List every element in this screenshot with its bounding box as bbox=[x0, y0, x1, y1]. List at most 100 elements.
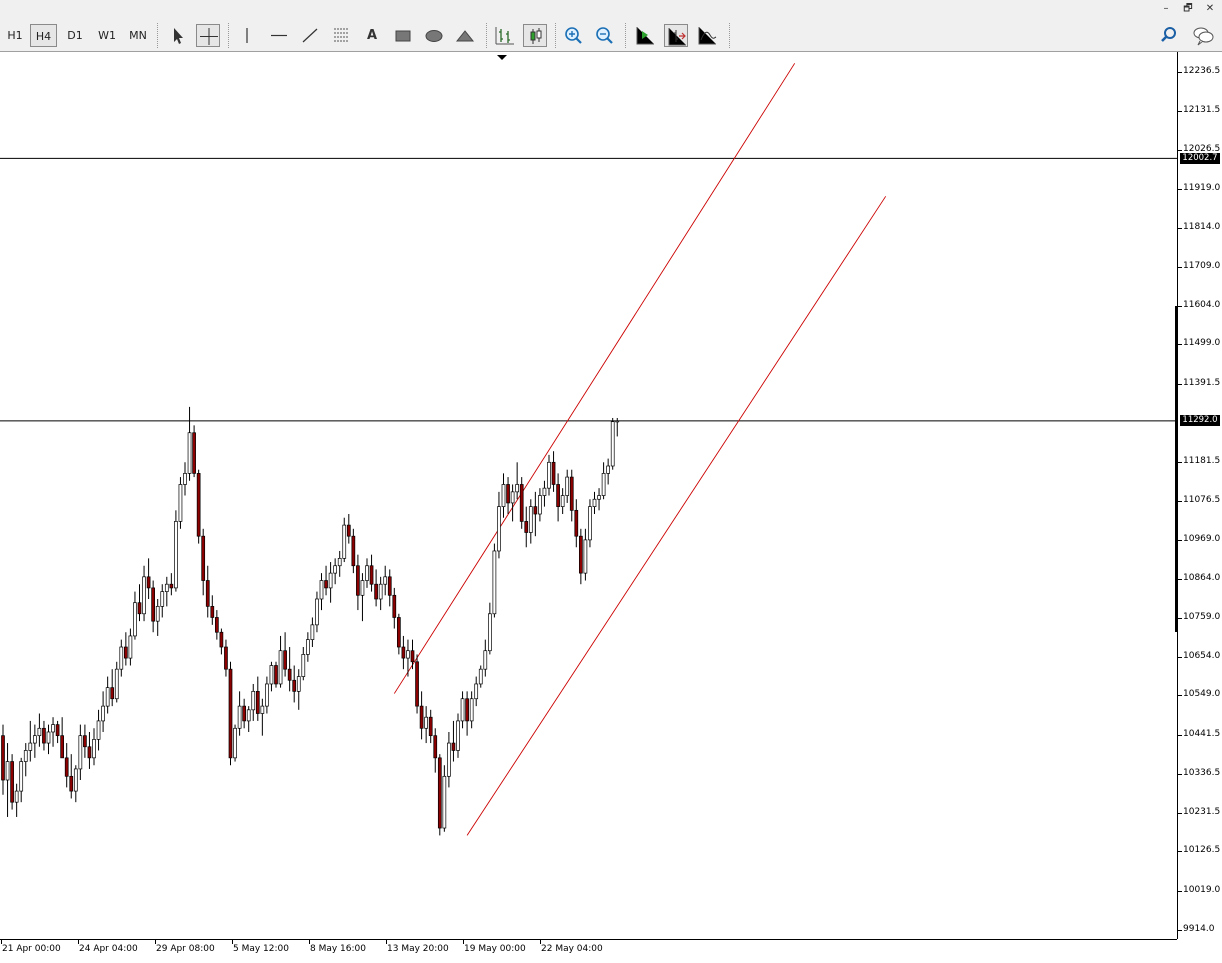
time-label: 13 May 20:00 bbox=[387, 944, 449, 954]
rectangle-icon[interactable] bbox=[391, 24, 415, 47]
candle-body bbox=[128, 635, 133, 659]
price-tick bbox=[1178, 344, 1182, 346]
candle-body bbox=[187, 432, 192, 474]
candle-body bbox=[328, 572, 333, 589]
price-scale[interactable]: 12236.5 12131.5 12026.5 11919.0 11814.0 11709… bbox=[1175, 52, 1222, 939]
candle-body bbox=[497, 506, 501, 552]
time-label: 19 May 00:00 bbox=[464, 944, 526, 954]
candle-body bbox=[301, 654, 306, 677]
candle-body bbox=[64, 757, 69, 777]
candle-body bbox=[615, 420, 620, 423]
candle-body bbox=[251, 690, 256, 711]
horizontal-line-icon[interactable] bbox=[267, 24, 291, 47]
crosshair-icon[interactable] bbox=[196, 24, 220, 47]
timeframe-h1-button[interactable]: H1 bbox=[2, 24, 28, 47]
candle-body bbox=[401, 646, 406, 659]
price-label: 10864.0 bbox=[1183, 573, 1221, 584]
candle-body bbox=[551, 461, 556, 485]
candle-body bbox=[5, 761, 10, 781]
price-tick bbox=[1178, 851, 1182, 853]
timeframe-d1-button[interactable]: D1 bbox=[62, 24, 88, 47]
triangle-icon[interactable] bbox=[453, 24, 477, 47]
candle-body bbox=[228, 668, 233, 759]
title-bar: – 🗗 ✕ bbox=[0, 0, 1222, 20]
candle-body bbox=[392, 594, 397, 618]
price-tick bbox=[1178, 461, 1182, 463]
candle-body bbox=[492, 550, 497, 615]
candle-body bbox=[447, 742, 451, 777]
price-tick bbox=[1178, 891, 1182, 893]
price-label: 10549.0 bbox=[1183, 689, 1221, 700]
ellipse-icon[interactable] bbox=[422, 24, 446, 47]
candle-body bbox=[410, 650, 415, 663]
candle-body bbox=[556, 484, 560, 507]
candle-body bbox=[324, 580, 328, 589]
price-tick bbox=[1178, 384, 1182, 386]
text-icon[interactable]: A bbox=[360, 24, 384, 47]
zoom-in-icon[interactable] bbox=[562, 24, 586, 47]
candle-body bbox=[287, 668, 292, 681]
candle-body bbox=[237, 705, 242, 729]
time-label: 8 May 16:00 bbox=[310, 944, 366, 954]
price-label: 9914.0 bbox=[1183, 924, 1215, 934]
price-label: 10126.5 bbox=[1183, 845, 1221, 856]
candle-body bbox=[592, 498, 597, 507]
timeframe-h4-button[interactable]: H4 bbox=[30, 24, 57, 47]
candle-body bbox=[96, 720, 101, 740]
candle-body bbox=[146, 576, 151, 589]
candle-body bbox=[114, 668, 119, 700]
price-tick bbox=[1178, 149, 1182, 151]
candle-body bbox=[51, 724, 55, 733]
close-button[interactable]: ✕ bbox=[1202, 2, 1218, 16]
price-label: 10759.0 bbox=[1183, 611, 1221, 622]
candle-body bbox=[101, 705, 105, 722]
indicators-icon[interactable] bbox=[695, 24, 719, 47]
candlestick-icon[interactable] bbox=[523, 24, 547, 47]
candle-body bbox=[437, 757, 442, 829]
restore-button[interactable]: 🗗 bbox=[1180, 2, 1196, 16]
candle-body bbox=[547, 461, 551, 489]
toolbar-separator bbox=[729, 23, 731, 48]
candle-body bbox=[465, 698, 469, 722]
toolbar-separator bbox=[157, 23, 159, 48]
price-tick bbox=[1178, 228, 1182, 230]
candle-body bbox=[133, 602, 137, 637]
candle-body bbox=[210, 606, 215, 618]
cursor-icon[interactable] bbox=[165, 24, 189, 47]
candle-body bbox=[560, 495, 565, 507]
price-tick bbox=[1178, 72, 1182, 73]
candle-body bbox=[196, 473, 201, 537]
candle-body bbox=[60, 735, 65, 759]
price-label: 11814.0 bbox=[1183, 222, 1221, 233]
time-label: 22 May 04:00 bbox=[541, 944, 603, 954]
candle-body bbox=[501, 484, 506, 507]
minimize-button[interactable]: – bbox=[1158, 2, 1174, 16]
trendline-icon[interactable] bbox=[298, 24, 322, 47]
chart-shift-marker bbox=[497, 55, 507, 60]
fibonacci-icon[interactable] bbox=[329, 24, 353, 47]
price-chart[interactable] bbox=[0, 52, 1177, 939]
autoscroll-icon[interactable] bbox=[664, 24, 688, 47]
candle-body bbox=[319, 580, 324, 600]
vertical-line-icon[interactable] bbox=[235, 24, 259, 47]
bar-chart-icon[interactable] bbox=[493, 24, 517, 47]
candle-body bbox=[606, 465, 611, 474]
toolbar-separator bbox=[555, 23, 557, 48]
candle-body bbox=[601, 473, 606, 496]
candle-body bbox=[78, 735, 83, 770]
current-price-box: 11292.0 bbox=[1180, 415, 1220, 427]
time-scale[interactable]: 21 Apr 00:00 24 Apr 04:00 29 Apr 08:00 5 Ma… bbox=[0, 939, 1177, 963]
timeframe-mn-button[interactable]: MN bbox=[124, 24, 152, 47]
zoom-out-icon[interactable] bbox=[593, 24, 617, 47]
timeframe-w1-button[interactable]: W1 bbox=[93, 24, 121, 47]
price-tick bbox=[1178, 579, 1182, 581]
candle-body bbox=[315, 598, 319, 626]
search-icon[interactable] bbox=[1157, 24, 1181, 47]
price-label: 12131.5 bbox=[1183, 104, 1221, 115]
chart-shift-icon[interactable] bbox=[633, 24, 657, 47]
candle-body bbox=[219, 631, 224, 648]
chat-icon[interactable] bbox=[1191, 24, 1215, 47]
chart-area[interactable] bbox=[0, 52, 1177, 939]
candle-body bbox=[160, 591, 165, 607]
candle-body bbox=[137, 602, 142, 615]
